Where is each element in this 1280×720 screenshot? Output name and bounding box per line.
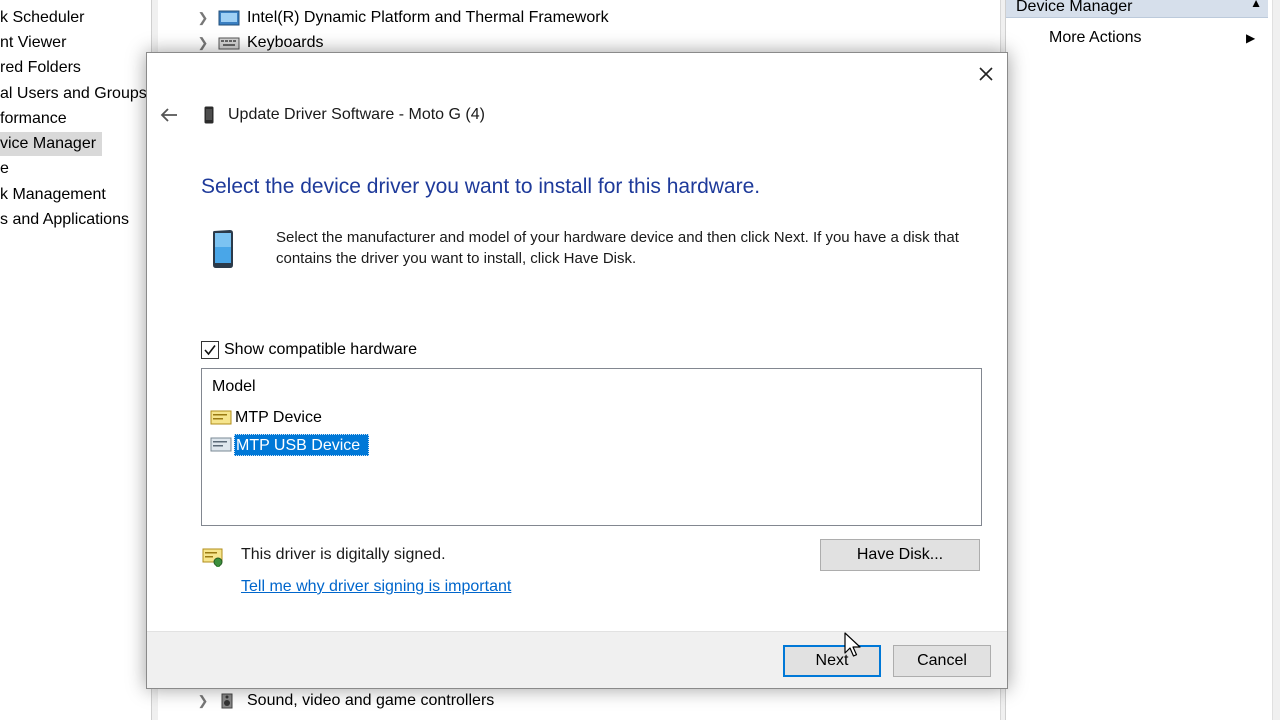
checkmark-icon	[204, 345, 216, 356]
nav-item-disk-management[interactable]: k Management	[0, 183, 106, 207]
actions-scrollbar[interactable]	[1272, 0, 1280, 720]
submenu-arrow-icon: ▶	[1246, 31, 1256, 45]
actions-section-header[interactable]: Device Manager ▲	[1006, 0, 1268, 18]
model-column-header: Model	[212, 378, 256, 395]
update-driver-dialog: Update Driver Software - Moto G (4) Sele…	[146, 52, 1008, 689]
nav-item-services-applications[interactable]: s and Applications	[0, 208, 129, 232]
have-disk-button[interactable]: Have Disk...	[820, 539, 980, 571]
cancel-button[interactable]: Cancel	[893, 645, 991, 677]
close-button[interactable]	[967, 59, 1005, 89]
back-arrow-icon	[160, 108, 177, 122]
nav-item-shared-folders[interactable]: red Folders	[0, 56, 81, 80]
next-button[interactable]: Next	[783, 645, 881, 677]
tree-row-sound[interactable]: ❯ Sound, video and game controllers	[158, 689, 558, 713]
system-device-icon	[218, 10, 240, 26]
nav-item-local-users-groups[interactable]: al Users and Groups	[0, 82, 147, 106]
instructions-text: Select the manufacturer and model of you…	[276, 229, 959, 267]
model-label: MTP USB Device	[234, 434, 370, 456]
device-phone-icon	[211, 229, 235, 269]
back-button[interactable]	[155, 103, 183, 127]
tree-row-intel[interactable]: ❯ Intel(R) Dynamic Platform and Thermal …	[158, 6, 658, 30]
nav-item-performance[interactable]: formance	[0, 107, 67, 131]
model-label: MTP Device	[235, 409, 322, 426]
actions-header-label: Device Manager	[1016, 0, 1133, 15]
keyboard-icon	[218, 35, 240, 51]
actions-pane: Device Manager ▲ More Actions ▶	[1005, 0, 1280, 720]
tree-label-sound: Sound, video and game controllers	[247, 692, 495, 709]
phone-icon	[204, 106, 214, 124]
driver-signing-link[interactable]: Tell me why driver signing is important	[241, 577, 511, 597]
nav-item-storage[interactable]: e	[0, 157, 9, 181]
dialog-heading: Select the device driver you want to ins…	[201, 175, 761, 198]
nav-item-task-scheduler[interactable]: k Scheduler	[0, 6, 85, 30]
chevron-right-icon[interactable]: ❯	[196, 6, 210, 30]
certificate-icon	[202, 548, 224, 568]
nav-item-event-viewer[interactable]: nt Viewer	[0, 31, 66, 55]
close-icon	[979, 67, 993, 81]
chevron-right-icon[interactable]: ❯	[196, 689, 210, 713]
collapse-up-icon[interactable]: ▲	[1250, 0, 1262, 10]
show-compatible-checkbox[interactable]	[201, 341, 219, 359]
driver-icon	[210, 410, 232, 426]
driver-icon	[210, 437, 232, 453]
model-list[interactable]: Model MTP Device MTP USB Device	[201, 368, 982, 526]
tree-label-intel: Intel(R) Dynamic Platform and Thermal Fr…	[247, 9, 609, 26]
nav-item-device-manager[interactable]: vice Manager	[0, 132, 103, 156]
navigation-tree-pane: k Scheduler nt Viewer red Folders al Use…	[0, 0, 152, 720]
more-actions-item[interactable]: More Actions	[1049, 26, 1141, 50]
signed-status-text: This driver is digitally signed.	[241, 546, 446, 563]
dialog-footer: Next Cancel	[147, 631, 1007, 688]
speaker-icon	[218, 693, 240, 709]
show-compatible-label[interactable]: Show compatible hardware	[224, 340, 417, 360]
dialog-title: Update Driver Software - Moto G (4)	[228, 106, 485, 123]
